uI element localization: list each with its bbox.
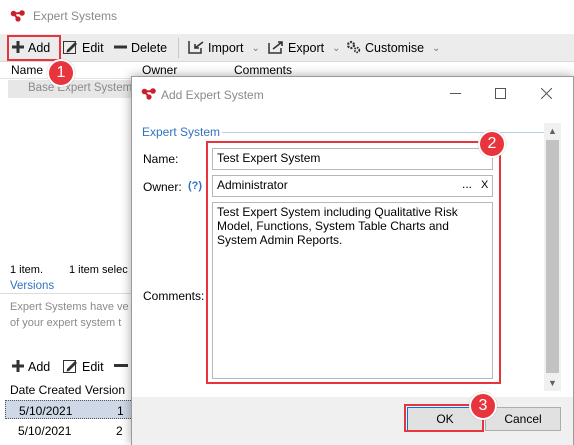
export-button[interactable]: Export ⌄ [268, 37, 341, 59]
selected-count: 1 item selec [69, 264, 128, 276]
customise-label: Customise [365, 41, 425, 55]
column-header-version[interactable]: Version [85, 383, 125, 397]
group-title: Expert System [142, 125, 221, 139]
chevron-down-icon: ⌄ [251, 42, 260, 54]
export-icon [268, 40, 284, 57]
step-marker-1: 1 [47, 59, 75, 87]
add-expert-system-dialog: Add Expert System Expert System ▲ ▼ Name… [131, 76, 574, 445]
edit-button[interactable]: Edit [63, 37, 104, 59]
minus-icon[interactable] [114, 364, 128, 367]
versions-description-line: Expert Systems have ve [10, 301, 129, 313]
scroll-down-icon[interactable]: ▼ [544, 375, 561, 391]
column-header-comments[interactable]: Comments [234, 63, 292, 77]
close-icon [540, 86, 552, 103]
table-row[interactable]: 5/10/2021 1 [5, 400, 135, 419]
maximize-button[interactable] [478, 77, 522, 111]
dialog-title: Add Expert System [161, 88, 264, 102]
gear-icon [346, 40, 361, 57]
import-label: Import [208, 41, 244, 55]
item-count: 1 item. [10, 264, 44, 276]
owner-label: Owner: [143, 180, 182, 194]
add-button-highlight [7, 35, 61, 61]
comments-label: Comments: [143, 289, 205, 303]
column-header-name[interactable]: Name [11, 63, 43, 77]
maximize-icon [494, 86, 506, 103]
version-edit-button[interactable]: Edit [63, 356, 104, 378]
minus-icon [114, 41, 127, 56]
import-button[interactable]: Import ⌄ [188, 37, 260, 59]
vertical-scrollbar[interactable]: ▲ ▼ [544, 123, 561, 391]
app-logo-icon [10, 10, 26, 25]
row-version: 1 [117, 404, 124, 418]
window-title: Expert Systems [33, 9, 118, 23]
close-button[interactable] [524, 77, 568, 111]
edit-icon [63, 359, 78, 376]
row-name: Base Expert System [28, 82, 133, 94]
main-toolbar: Add Edit Delete Import ⌄ Export ⌄ Custom… [0, 34, 574, 62]
versions-description-line: of your expert system t [10, 317, 122, 329]
chevron-down-icon: ⌄ [332, 42, 341, 54]
name-label: Name: [143, 152, 179, 166]
edit-label: Edit [82, 41, 104, 55]
chevron-down-icon: ⌄ [432, 42, 441, 54]
column-header-owner[interactable]: Owner [142, 63, 177, 77]
row-date: 5/10/2021 [18, 424, 72, 438]
step-marker-2: 2 [478, 130, 506, 158]
minimize-icon [449, 86, 461, 103]
customise-button[interactable]: Customise ⌄ [346, 37, 440, 59]
tab-versions[interactable]: Versions [10, 280, 54, 292]
scroll-thumb[interactable] [546, 140, 559, 373]
window-titlebar: Expert Systems [0, 0, 574, 32]
app-logo-icon [141, 88, 157, 103]
minimize-button[interactable] [433, 77, 477, 111]
scroll-up-icon[interactable]: ▲ [544, 123, 561, 139]
export-label: Export [288, 41, 325, 55]
owner-help-link[interactable]: (?) [188, 180, 202, 192]
add-label: Add [28, 360, 51, 374]
table-row[interactable]: 5/10/2021 2 [5, 421, 135, 440]
plus-icon [12, 359, 24, 375]
column-header-date-created[interactable]: Date Created [10, 383, 81, 397]
row-version: 2 [116, 424, 123, 438]
edit-label: Edit [82, 360, 104, 374]
toolbar-separator [178, 38, 179, 58]
cancel-button[interactable]: Cancel [485, 407, 561, 431]
step-marker-3: 3 [469, 392, 497, 420]
delete-label: Delete [131, 41, 168, 55]
versions-description: Expert Systems have ve of your expert sy… [10, 299, 140, 331]
dialog-titlebar: Add Expert System [132, 77, 573, 111]
delete-button[interactable]: Delete [114, 37, 167, 59]
edit-icon [63, 40, 78, 57]
fields-highlight [206, 141, 501, 384]
import-icon [188, 40, 204, 57]
version-add-button[interactable]: Add [12, 356, 50, 378]
row-date: 5/10/2021 [19, 404, 73, 418]
